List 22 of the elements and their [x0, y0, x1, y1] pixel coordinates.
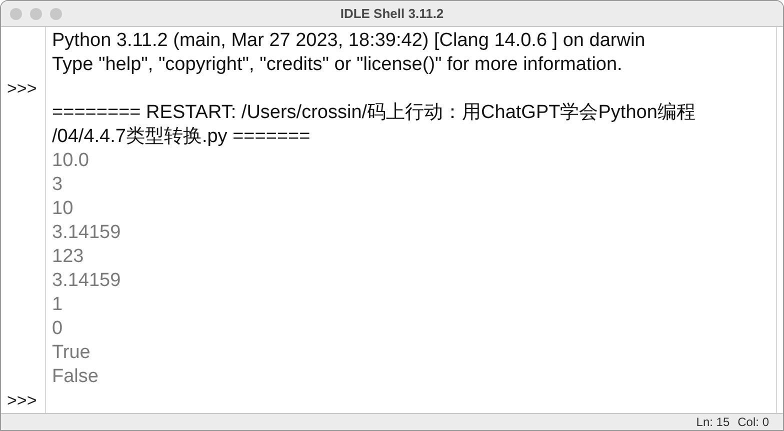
- close-icon[interactable]: [10, 8, 22, 20]
- output-line: 1: [52, 294, 63, 314]
- prompt-marker: >>>: [7, 392, 37, 408]
- output-line: 3.14159: [52, 270, 121, 290]
- shell-message-line: Python 3.11.2 (main, Mar 27 2023, 18:39:42) [Clang 14.0.6 ] on darwin: [52, 30, 646, 50]
- output-line: True: [52, 342, 90, 362]
- output-line: 10.0: [52, 150, 89, 170]
- shell-message-line: Type "help", "copyright", "credits" or "license()" for more information.: [52, 54, 622, 74]
- column-status: Col: 0: [738, 414, 769, 430]
- window-title: IDLE Shell 3.11.2: [340, 6, 444, 20]
- minimize-icon[interactable]: [30, 8, 42, 20]
- shell-message-line: ======== RESTART: /Users/crossin/码上行动：用ChatGPT学会Python编程: [52, 102, 696, 122]
- output-line: 3.14159: [52, 222, 121, 242]
- prompt-marker: >>>: [7, 80, 37, 96]
- shell-message-line: /04/4.4.7类型转换.py =======: [52, 126, 310, 146]
- output-line: 123: [52, 246, 84, 266]
- output-line: 0: [52, 318, 63, 338]
- output-line: 10: [52, 198, 74, 218]
- output-line: 3: [52, 174, 63, 194]
- line-number-status: Ln: 15: [696, 414, 730, 430]
- output-line: False: [52, 366, 98, 386]
- zoom-icon[interactable]: [50, 8, 62, 20]
